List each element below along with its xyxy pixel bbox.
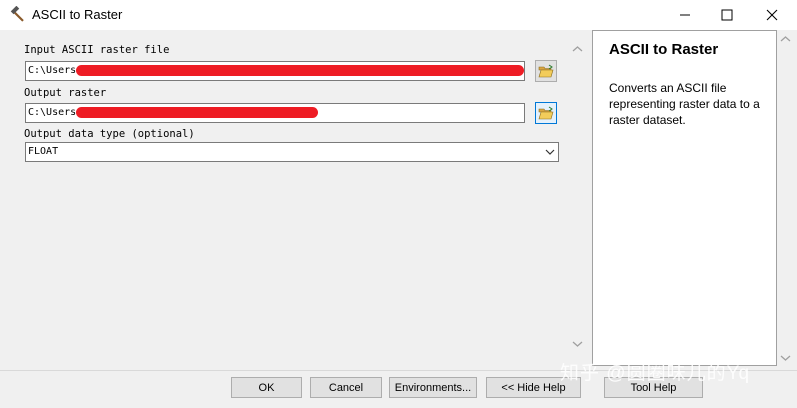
help-panel: ASCII to Raster Converts an ASCII file r…	[592, 30, 777, 366]
help-scrollbar[interactable]	[777, 30, 794, 366]
input-browse-button[interactable]	[535, 60, 557, 82]
window-title: ASCII to Raster	[32, 7, 123, 22]
environments-button[interactable]: Environments...	[389, 377, 477, 398]
data-type-value: FLOAT	[28, 146, 59, 157]
close-icon	[766, 9, 778, 21]
chevron-down-icon	[780, 355, 791, 361]
input-file-label: Input ASCII raster file	[24, 44, 170, 56]
help-scroll-down-button[interactable]	[777, 349, 794, 366]
help-scroll-up-button[interactable]	[777, 30, 794, 47]
redaction-mark	[76, 107, 318, 118]
chevron-up-icon	[572, 45, 583, 51]
data-type-label: Output data type (optional)	[24, 128, 195, 140]
redaction-mark	[76, 65, 524, 76]
parameter-panel: Input ASCII raster file C:\Users Output …	[6, 30, 588, 370]
output-raster-value: C:\Users	[28, 107, 77, 118]
hammer-icon	[9, 5, 27, 24]
input-file-field[interactable]: C:\Users	[25, 61, 525, 81]
folder-open-icon	[538, 106, 554, 120]
watermark: 知乎 @圆圈味儿的Yq	[560, 363, 751, 384]
ok-button[interactable]: OK	[231, 377, 302, 398]
input-file-value: C:\Users	[28, 65, 77, 76]
folder-open-icon	[538, 64, 554, 78]
cancel-button[interactable]: Cancel	[310, 377, 382, 398]
output-raster-field[interactable]: C:\Users	[25, 103, 525, 123]
output-browse-button[interactable]	[535, 102, 557, 124]
title-bar: ASCII to Raster	[0, 0, 797, 30]
minimize-icon	[680, 14, 690, 16]
parameter-scrollbar[interactable]	[569, 40, 586, 352]
output-raster-label: Output raster	[24, 87, 107, 99]
minimize-button[interactable]	[662, 0, 708, 30]
maximize-button[interactable]	[704, 0, 750, 30]
chevron-down-icon	[545, 149, 555, 155]
help-title: ASCII to Raster	[609, 41, 719, 58]
chevron-down-icon	[572, 341, 583, 347]
data-type-select[interactable]: FLOAT	[25, 142, 559, 162]
chevron-up-icon	[780, 35, 791, 41]
scroll-up-button[interactable]	[569, 40, 586, 57]
help-description: Converts an ASCII file representing rast…	[609, 81, 760, 127]
maximize-icon	[721, 9, 733, 21]
close-button[interactable]	[749, 0, 795, 30]
scroll-down-button[interactable]	[569, 335, 586, 352]
